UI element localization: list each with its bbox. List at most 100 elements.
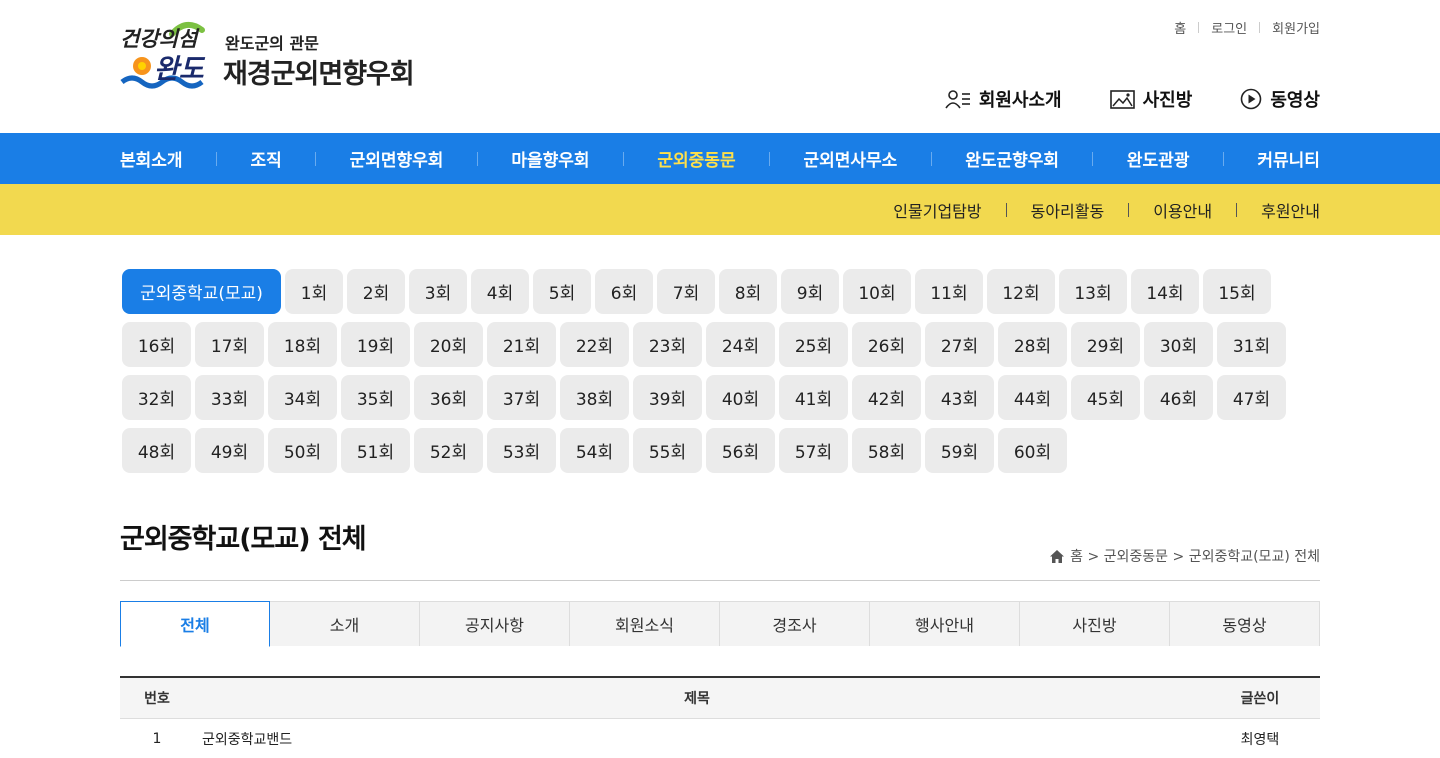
- main-nav-item[interactable]: 조직: [250, 146, 281, 171]
- class-year-button[interactable]: 50회: [268, 428, 337, 473]
- class-year-button[interactable]: 7회: [657, 269, 715, 314]
- board-tab[interactable]: 공지사항: [420, 601, 570, 646]
- class-year-button[interactable]: 14회: [1131, 269, 1199, 314]
- quick-link-photos[interactable]: 사진방: [1109, 86, 1192, 112]
- class-year-button[interactable]: 16회: [122, 322, 191, 367]
- class-year-button[interactable]: 21회: [487, 322, 556, 367]
- main-nav-item[interactable]: 마을향우회: [511, 146, 589, 171]
- class-year-button[interactable]: 55회: [633, 428, 702, 473]
- class-year-button[interactable]: 60회: [998, 428, 1067, 473]
- quick-link-members[interactable]: 회원사소개: [945, 86, 1062, 112]
- class-year-button[interactable]: 20회: [414, 322, 483, 367]
- board-tab[interactable]: 전체: [120, 601, 270, 647]
- class-year-button[interactable]: 58회: [852, 428, 921, 473]
- board-table: 번호 제목 글쓴이 1 군외중학교밴드 최영택: [120, 676, 1320, 758]
- row-title-link[interactable]: 군외중학교밴드: [194, 729, 1200, 749]
- board-tab[interactable]: 경조사: [720, 601, 870, 646]
- main-nav-item[interactable]: 군외중동문: [657, 146, 735, 171]
- class-year-button[interactable]: 30회: [1144, 322, 1213, 367]
- class-year-button[interactable]: 10회: [843, 269, 911, 314]
- class-year-button[interactable]: 36회: [414, 375, 483, 420]
- photo-icon: [1109, 89, 1135, 109]
- main-nav-item[interactable]: 완도관광: [1127, 146, 1190, 171]
- sub-nav-item[interactable]: 이용안내: [1153, 198, 1212, 222]
- main-nav-list: 본회소개 조직 군외면향우회 마을향우회 군외중동문 군외면사무소 완도군향우회 완도관광 커뮤…: [120, 133, 1320, 184]
- board-tab[interactable]: 소개: [270, 601, 420, 646]
- class-year-button[interactable]: 34회: [268, 375, 337, 420]
- class-year-button[interactable]: 29회: [1071, 322, 1140, 367]
- login-link[interactable]: 로그인: [1211, 18, 1247, 37]
- class-year-button[interactable]: 39회: [633, 375, 702, 420]
- class-year-button[interactable]: 9회: [781, 269, 839, 314]
- class-year-button[interactable]: 12회: [987, 269, 1055, 314]
- class-year-button[interactable]: 35회: [341, 375, 410, 420]
- class-year-buttons: 군외중학교(모교) 1회 2회 3회 4회 5회 6회 7회 8회 9회 10회 11회 12회 13회 1…: [122, 235, 1302, 481]
- class-year-button[interactable]: 1회: [285, 269, 343, 314]
- class-year-button[interactable]: 33회: [195, 375, 264, 420]
- class-year-button[interactable]: 27회: [925, 322, 994, 367]
- class-year-button[interactable]: 52회: [414, 428, 483, 473]
- class-year-button[interactable]: 28회: [998, 322, 1067, 367]
- class-year-button[interactable]: 57회: [779, 428, 848, 473]
- main-nav-item[interactable]: 군외면사무소: [803, 146, 897, 171]
- sub-nav-item[interactable]: 동아리활동: [1031, 198, 1105, 222]
- class-year-button[interactable]: 22회: [560, 322, 629, 367]
- class-year-button[interactable]: 6회: [595, 269, 653, 314]
- class-year-button[interactable]: 5회: [533, 269, 591, 314]
- class-year-button[interactable]: 47회: [1217, 375, 1286, 420]
- class-year-button[interactable]: 56회: [706, 428, 775, 473]
- class-year-button[interactable]: 44회: [998, 375, 1067, 420]
- board-rows: 1 군외중학교밴드 최영택: [120, 719, 1320, 758]
- main-nav-item[interactable]: 완도군향우회: [965, 146, 1059, 171]
- home-link[interactable]: 홈: [1174, 18, 1186, 37]
- class-year-button[interactable]: 3회: [409, 269, 467, 314]
- main-nav-item[interactable]: 커뮤니티: [1257, 146, 1320, 171]
- class-year-button[interactable]: 25회: [779, 322, 848, 367]
- class-year-button[interactable]: 41회: [779, 375, 848, 420]
- class-year-button[interactable]: 49회: [195, 428, 264, 473]
- class-year-button[interactable]: 11회: [915, 269, 983, 314]
- class-year-button[interactable]: 38회: [560, 375, 629, 420]
- class-year-button[interactable]: 46회: [1144, 375, 1213, 420]
- board-tab[interactable]: 회원소식: [570, 601, 720, 646]
- board-tab[interactable]: 행사안내: [870, 601, 1020, 646]
- class-year-button[interactable]: 15회: [1203, 269, 1271, 314]
- main-nav-item[interactable]: 본회소개: [120, 146, 183, 171]
- utility-links: 홈 로그인 회원가입: [1174, 18, 1320, 37]
- logo-title: 재경군외면향우회: [223, 59, 415, 90]
- board-tab[interactable]: 동영상: [1170, 601, 1320, 646]
- class-year-button[interactable]: 40회: [706, 375, 775, 420]
- class-year-button[interactable]: 32회: [122, 375, 191, 420]
- main-nav-item[interactable]: 군외면향우회: [350, 146, 444, 171]
- class-year-button[interactable]: 42회: [852, 375, 921, 420]
- class-year-button[interactable]: 48회: [122, 428, 191, 473]
- class-year-button[interactable]: 26회: [852, 322, 921, 367]
- class-year-button[interactable]: 53회: [487, 428, 556, 473]
- class-year-button[interactable]: 18회: [268, 322, 337, 367]
- quick-link-videos[interactable]: 동영상: [1240, 86, 1320, 112]
- class-year-button[interactable]: 19회: [341, 322, 410, 367]
- class-year-button[interactable]: 군외중학교(모교): [122, 269, 281, 314]
- class-year-button[interactable]: 17회: [195, 322, 264, 367]
- class-year-button[interactable]: 8회: [719, 269, 777, 314]
- class-year-button[interactable]: 23회: [633, 322, 702, 367]
- nav-divider: [769, 151, 771, 166]
- class-year-button[interactable]: 13회: [1059, 269, 1127, 314]
- class-year-button[interactable]: 51회: [341, 428, 410, 473]
- class-year-button[interactable]: 59회: [925, 428, 994, 473]
- class-year-button[interactable]: 4회: [471, 269, 529, 314]
- class-year-button[interactable]: 24회: [706, 322, 775, 367]
- sub-nav-item[interactable]: 인물기업탐방: [893, 198, 981, 222]
- members-icon: [945, 90, 970, 109]
- class-year-button[interactable]: 31회: [1217, 322, 1286, 367]
- site-logo[interactable]: 건강의섬 완도 완도군의 관문 재경군외면향우회: [120, 16, 460, 96]
- board-tab[interactable]: 사진방: [1020, 601, 1170, 646]
- table-row[interactable]: 1 군외중학교밴드 최영택: [120, 719, 1320, 758]
- class-year-button[interactable]: 2회: [347, 269, 405, 314]
- class-year-button[interactable]: 37회: [487, 375, 556, 420]
- class-year-button[interactable]: 54회: [560, 428, 629, 473]
- sub-nav-item[interactable]: 후원안내: [1261, 198, 1320, 222]
- class-year-button[interactable]: 45회: [1071, 375, 1140, 420]
- class-year-button[interactable]: 43회: [925, 375, 994, 420]
- signup-link[interactable]: 회원가입: [1272, 18, 1320, 37]
